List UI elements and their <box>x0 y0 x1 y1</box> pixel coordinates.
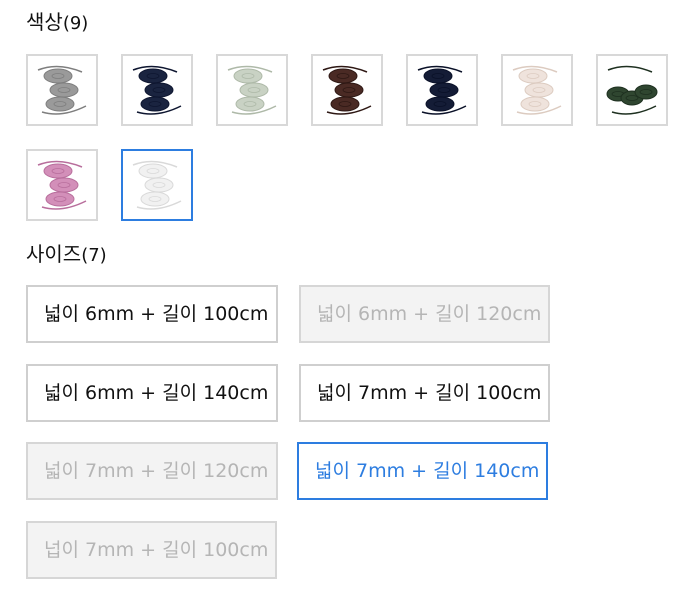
shoelace-bundle-image <box>37 65 87 115</box>
size-option-button[interactable]: 넓이 7mm + 길이 100cm <box>299 364 550 422</box>
size-section-title: 사이즈(7) <box>26 242 107 268</box>
color-count: (9) <box>62 13 89 34</box>
size-count: (7) <box>81 245 107 266</box>
color-title-label: 색상 <box>26 10 63 34</box>
color-swatch-brown[interactable] <box>311 54 383 126</box>
size-option-button[interactable]: 넓이 7mm + 길이 140cm <box>297 442 548 500</box>
color-swatch-white[interactable] <box>121 149 193 221</box>
size-title-label: 사이즈 <box>26 242 82 266</box>
size-option-button: 넓이 7mm + 길이 120cm <box>26 442 278 500</box>
color-swatch-pink[interactable] <box>26 149 98 221</box>
color-swatch-sage[interactable] <box>216 54 288 126</box>
shoelace-bundle-image <box>322 65 372 115</box>
shoelace-bundle-image <box>132 65 182 115</box>
shoelace-bundle-image <box>132 160 182 210</box>
size-option-button[interactable]: 넓이 6mm + 길이 140cm <box>26 364 278 422</box>
size-option-button: 넓이 6mm + 길이 120cm <box>299 285 550 343</box>
shoelace-bundle-image <box>37 160 87 210</box>
shoelace-bundle-image <box>512 65 562 115</box>
size-option-button[interactable]: 넓이 6mm + 길이 100cm <box>26 285 278 343</box>
shoelace-bundle-image <box>417 65 467 115</box>
color-swatch-dark-green[interactable] <box>596 54 668 126</box>
shoelace-bundle-image <box>227 65 277 115</box>
color-section-title: 색상(9) <box>26 10 88 36</box>
size-option-button: 넙이 7mm + 길이 100cm <box>26 521 277 579</box>
color-swatch-navy[interactable] <box>121 54 193 126</box>
shoelace-bundle-image <box>606 65 658 115</box>
color-swatch-dark-navy[interactable] <box>406 54 478 126</box>
color-swatch-ivory[interactable] <box>501 54 573 126</box>
color-swatch-gray[interactable] <box>26 54 98 126</box>
